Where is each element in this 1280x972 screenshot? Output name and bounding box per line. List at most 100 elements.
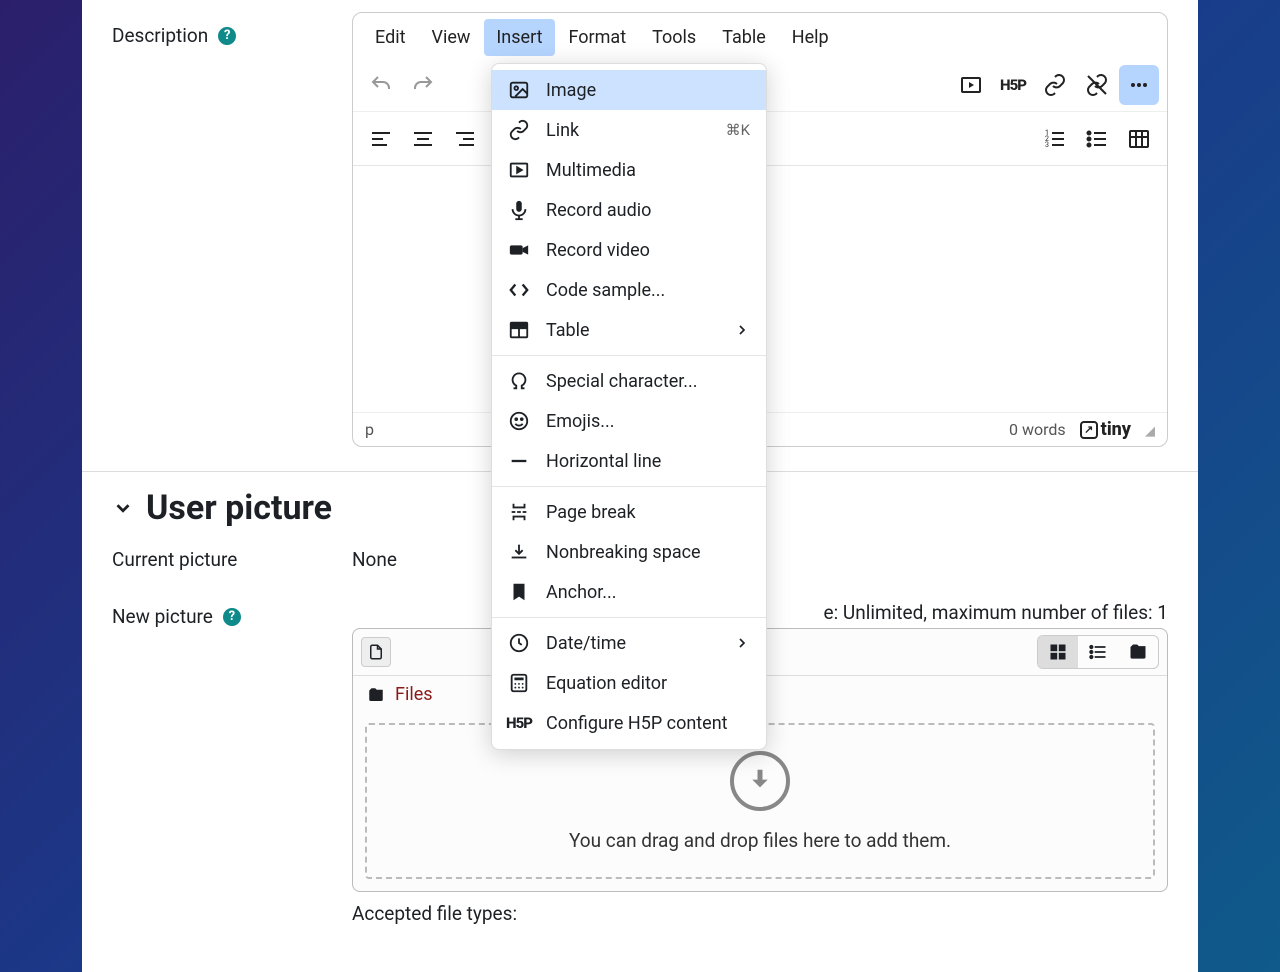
- insert-page-break-item[interactable]: Page break: [492, 492, 766, 532]
- rich-text-editor: Edit View Insert Format Tools Table Help: [352, 12, 1168, 447]
- menu-insert[interactable]: Insert: [484, 19, 554, 56]
- element-path[interactable]: p: [365, 420, 374, 439]
- grid-view-button[interactable]: [1038, 636, 1078, 668]
- editor-menubar: Edit View Insert Format Tools Table Help: [353, 13, 1167, 58]
- download-arrow-icon: [730, 751, 790, 811]
- undo-button[interactable]: [361, 65, 401, 105]
- insert-datetime-label: Date/time: [546, 633, 626, 654]
- horizontal-line-icon: [508, 450, 530, 472]
- insert-special-char-label: Special character...: [546, 371, 698, 392]
- insert-emojis-item[interactable]: Emojis...: [492, 401, 766, 441]
- numbered-list-icon[interactable]: 123: [1035, 119, 1075, 159]
- view-mode-group: [1037, 635, 1159, 669]
- insert-anchor-item[interactable]: Anchor...: [492, 572, 766, 612]
- accepted-file-types-label: Accepted file types:: [352, 892, 1168, 925]
- insert-special-char-item[interactable]: Special character...: [492, 361, 766, 401]
- resize-handle[interactable]: ◢: [1145, 424, 1155, 440]
- insert-datetime-item[interactable]: Date/time: [492, 623, 766, 663]
- current-picture-label: Current picture: [112, 548, 237, 571]
- redo-button[interactable]: [403, 65, 443, 105]
- chevron-right-icon: [734, 322, 750, 338]
- insert-code-sample-label: Code sample...: [546, 280, 665, 301]
- menu-help[interactable]: Help: [780, 19, 841, 56]
- insert-record-video-label: Record video: [546, 240, 650, 261]
- menu-separator: [492, 355, 766, 356]
- emoji-icon: [508, 410, 530, 432]
- tiny-logo[interactable]: ↗tiny: [1080, 419, 1131, 440]
- user-picture-title: User picture: [146, 488, 332, 528]
- link-icon[interactable]: [1035, 65, 1075, 105]
- table-icon[interactable]: [1119, 119, 1159, 159]
- insert-multimedia-item[interactable]: Multimedia: [492, 150, 766, 190]
- insert-record-video-item[interactable]: Record video: [492, 230, 766, 270]
- insert-table-item[interactable]: Table: [492, 310, 766, 350]
- insert-code-sample-item[interactable]: Code sample...: [492, 270, 766, 310]
- tree-view-button[interactable]: [1118, 636, 1158, 668]
- bookmark-icon: [508, 581, 530, 603]
- insert-hr-label: Horizontal line: [546, 451, 661, 472]
- insert-record-audio-label: Record audio: [546, 200, 651, 221]
- table-icon: [508, 319, 530, 341]
- menu-edit[interactable]: Edit: [363, 19, 417, 56]
- calculator-icon: [508, 672, 530, 694]
- insert-nbsp-label: Nonbreaking space: [546, 542, 701, 563]
- menu-table[interactable]: Table: [710, 19, 778, 56]
- insert-link-item[interactable]: Link ⌘K: [492, 110, 766, 150]
- clock-icon: [508, 632, 530, 654]
- insert-nbsp-item[interactable]: Nonbreaking space: [492, 532, 766, 572]
- files-breadcrumb-link[interactable]: Files: [395, 684, 433, 705]
- insert-table-label: Table: [546, 320, 590, 341]
- link-icon: [508, 119, 530, 141]
- unlink-icon[interactable]: [1077, 65, 1117, 105]
- folder-icon: [367, 686, 385, 704]
- menu-separator: [492, 486, 766, 487]
- multimedia-icon: [508, 159, 530, 181]
- chevron-down-icon: [112, 497, 134, 519]
- insert-emojis-label: Emojis...: [546, 411, 615, 432]
- new-picture-label: New picture: [112, 605, 213, 628]
- link-shortcut: ⌘K: [726, 121, 750, 139]
- insert-h5p-label: Configure H5P content: [546, 713, 728, 734]
- list-view-button[interactable]: [1078, 636, 1118, 668]
- current-picture-value: None: [352, 544, 397, 571]
- help-icon[interactable]: ?: [223, 608, 241, 626]
- insert-page-break-label: Page break: [546, 502, 636, 523]
- mic-icon: [508, 199, 530, 221]
- chevron-right-icon: [734, 635, 750, 651]
- page-break-icon: [508, 501, 530, 523]
- menu-view[interactable]: View: [419, 19, 482, 56]
- word-count[interactable]: 0 words: [1009, 420, 1066, 439]
- help-icon[interactable]: ?: [218, 27, 236, 45]
- image-icon: [508, 79, 530, 101]
- more-button[interactable]: [1119, 65, 1159, 105]
- video-camera-icon: [508, 239, 530, 261]
- media-icon[interactable]: [951, 65, 991, 105]
- align-center-icon[interactable]: [403, 119, 443, 159]
- menu-separator: [492, 617, 766, 618]
- insert-anchor-label: Anchor...: [546, 582, 617, 603]
- omega-icon: [508, 370, 530, 392]
- align-right-icon[interactable]: [445, 119, 485, 159]
- menu-format[interactable]: Format: [557, 19, 639, 56]
- insert-hr-item[interactable]: Horizontal line: [492, 441, 766, 481]
- insert-image-item[interactable]: Image: [492, 70, 766, 110]
- insert-image-label: Image: [546, 80, 596, 101]
- h5p-icon: H5P: [508, 712, 530, 734]
- add-file-button[interactable]: [361, 637, 391, 667]
- dropzone-text: You can drag and drop files here to add …: [569, 829, 951, 852]
- insert-equation-item[interactable]: Equation editor: [492, 663, 766, 703]
- insert-link-label: Link: [546, 120, 579, 141]
- insert-record-audio-item[interactable]: Record audio: [492, 190, 766, 230]
- description-label: Description: [112, 24, 208, 47]
- align-left-icon[interactable]: [361, 119, 401, 159]
- svg-text:3: 3: [1045, 141, 1049, 149]
- code-icon: [508, 279, 530, 301]
- menu-tools[interactable]: Tools: [640, 19, 708, 56]
- insert-h5p-item[interactable]: H5P Configure H5P content: [492, 703, 766, 743]
- insert-equation-label: Equation editor: [546, 673, 667, 694]
- bullet-list-icon[interactable]: [1077, 119, 1117, 159]
- nbsp-icon: [508, 541, 530, 563]
- insert-dropdown: Image Link ⌘K Multimedia: [491, 63, 767, 750]
- h5p-icon[interactable]: H5P: [993, 65, 1033, 105]
- insert-multimedia-label: Multimedia: [546, 160, 636, 181]
